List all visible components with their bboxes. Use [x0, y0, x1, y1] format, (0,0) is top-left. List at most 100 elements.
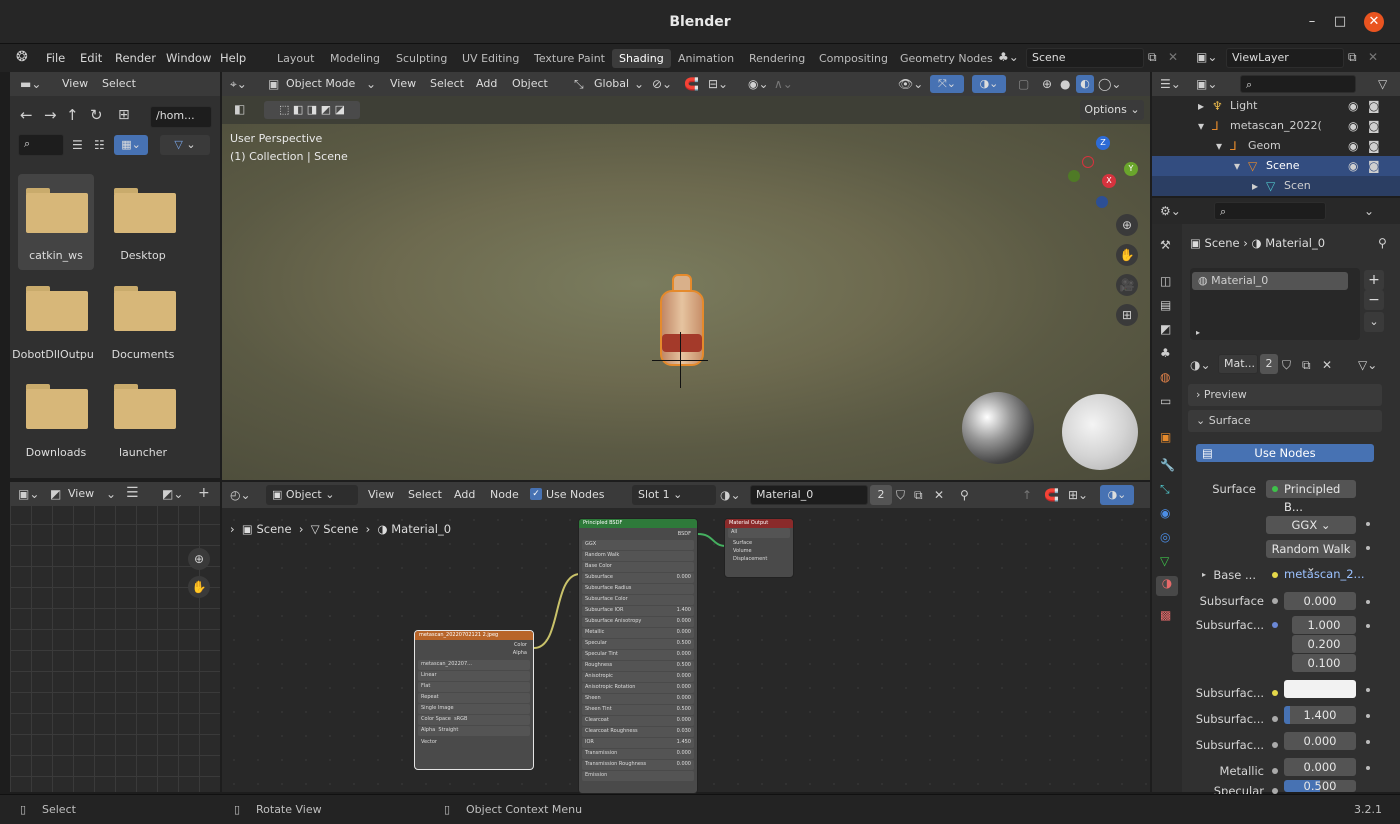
back-icon[interactable]: ←: [20, 108, 33, 123]
zoom-icon[interactable]: ⊕: [188, 548, 210, 570]
bsdf-input-row[interactable]: Clearcoat 0.000: [582, 716, 694, 726]
material-tab-icon[interactable]: ◑: [1156, 576, 1178, 596]
refresh-icon[interactable]: ↻: [90, 108, 103, 123]
3d-viewport[interactable]: User Perspective (1) Collection | Scene …: [222, 124, 1150, 480]
pivot-icon[interactable]: ⊘⌄: [652, 77, 672, 91]
bsdf-input-row[interactable]: Base Color: [582, 562, 694, 572]
constraints-tab-icon[interactable]: ◎: [1160, 530, 1170, 544]
folder-label-documents[interactable]: Documents: [98, 348, 188, 361]
dropdown-icon[interactable]: ⌄: [1364, 204, 1374, 218]
bsdf-output-socket[interactable]: BSDF: [579, 528, 697, 540]
folder-label-launcher[interactable]: launcher: [98, 446, 188, 459]
pan-hand-icon[interactable]: ✋: [188, 576, 210, 598]
bsdf-input-row[interactable]: Transmission 0.000: [582, 749, 694, 759]
folder-icon[interactable]: [26, 188, 88, 234]
collection-tab-icon[interactable]: ▭: [1160, 394, 1171, 408]
image-texture-node[interactable]: metascan_20220702121 2.jpeg Color Alpha …: [414, 630, 534, 770]
preview-panel-header[interactable]: › Preview: [1188, 384, 1382, 406]
properties-search-input[interactable]: ⌕: [1214, 202, 1326, 220]
render-camera-icon[interactable]: ◙: [1368, 99, 1380, 113]
outliner-row[interactable]: ▸ ▽ Scen: [1152, 176, 1400, 196]
collapse-icon[interactable]: ▾: [1216, 139, 1222, 153]
filter-button[interactable]: ▽ ⌄: [160, 135, 210, 155]
node-menu-node[interactable]: Node: [490, 488, 519, 501]
fake-user-shield-icon[interactable]: ⛉: [1282, 358, 1291, 372]
view-layer-tab-icon[interactable]: ◩: [1160, 322, 1171, 336]
tab-texture-paint[interactable]: Texture Paint: [527, 49, 612, 68]
projection-dropdown[interactable]: Flat: [418, 682, 530, 692]
bsdf-input-row[interactable]: Sheen Tint 0.500: [582, 705, 694, 715]
delete-viewlayer-icon[interactable]: ✕: [1368, 50, 1378, 64]
bsdf-input-row[interactable]: Roughness 0.500: [582, 661, 694, 671]
bsdf-input-row[interactable]: IOR 1.450: [582, 738, 694, 748]
unlink-material-icon[interactable]: ✕: [1322, 358, 1332, 372]
viewport-menu-object[interactable]: Object: [512, 77, 548, 90]
snap-increment-icon[interactable]: ⊟⌄: [708, 77, 728, 91]
shader-type-dropdown[interactable]: ▣ Object ⌄: [266, 485, 358, 505]
folder-label-downloads[interactable]: Downloads: [11, 446, 101, 459]
folder-label-catkin-ws[interactable]: catkin_ws: [11, 249, 101, 262]
tab-animation[interactable]: Animation: [671, 49, 741, 68]
vector-input-socket[interactable]: Vector: [415, 737, 533, 747]
parent-directory-icon[interactable]: ↑: [66, 108, 79, 123]
material-output-node[interactable]: Material Output All Surface Volume Displ…: [724, 518, 794, 578]
scene-field[interactable]: Scene: [1026, 48, 1144, 68]
folder-label-desktop[interactable]: Desktop: [98, 249, 188, 262]
node-overlay-button[interactable]: ◑⌄: [1100, 485, 1134, 505]
node-menu-add[interactable]: Add: [454, 488, 475, 501]
material-slot-item[interactable]: ◍ Material_0: [1192, 272, 1348, 290]
output-tab-icon[interactable]: ▤: [1160, 298, 1171, 312]
outliner-row[interactable]: ▾ ⅃ Geom ◉ ◙: [1152, 136, 1400, 156]
folder-label-dobotdlloutpu[interactable]: DobotDllOutpu: [8, 348, 98, 361]
bsdf-input-row[interactable]: Transmission Roughness 0.000: [582, 760, 694, 770]
bsdf-input-row[interactable]: Subsurface Radius: [582, 584, 694, 594]
axis-neg-y-icon[interactable]: [1068, 170, 1080, 182]
editor-type-icon[interactable]: ⌖⌄: [230, 77, 247, 91]
outliner-row-selected[interactable]: ▾ ▽ Scene ◉ ◙: [1152, 156, 1400, 176]
modifier-tab-icon[interactable]: 🔧: [1160, 458, 1175, 472]
node-header[interactable]: Principled BSDF: [579, 519, 697, 528]
axis-x-icon[interactable]: X: [1102, 174, 1116, 188]
subsurface-ior-field[interactable]: 1.400: [1284, 706, 1356, 724]
editor-type-icon[interactable]: ☰⌄: [1160, 77, 1181, 91]
filter-icon[interactable]: ▽: [1378, 77, 1387, 91]
bsdf-input-row[interactable]: Specular Tint 0.000: [582, 650, 694, 660]
tab-layout[interactable]: Layout: [270, 49, 321, 68]
fake-user-shield-icon[interactable]: ⛉: [896, 488, 905, 502]
tab-shading[interactable]: Shading: [612, 49, 671, 68]
visibility-eye-icon[interactable]: ◉: [1348, 99, 1358, 113]
extension-dropdown[interactable]: Repeat: [418, 693, 530, 703]
material-name-field[interactable]: Material_0: [750, 485, 868, 505]
expand-icon[interactable]: ▸: [1196, 326, 1200, 340]
path-field[interactable]: /hom...: [150, 106, 212, 128]
physics-tab-icon[interactable]: ◉: [1160, 506, 1170, 520]
bsdf-input-row[interactable]: Subsurface Color: [582, 595, 694, 605]
color-output-socket[interactable]: Color: [415, 640, 533, 650]
downloads-folder-icon[interactable]: [26, 384, 88, 430]
list-view-icon[interactable]: ☰: [72, 138, 83, 152]
scene-selector-icon[interactable]: ♣⌄: [998, 50, 1019, 64]
xray-icon[interactable]: ▢: [1018, 77, 1029, 91]
node-header[interactable]: Material Output: [725, 519, 793, 528]
subsurface-radius-z-field[interactable]: 0.100: [1292, 654, 1356, 672]
tab-uv-editing[interactable]: UV Editing: [455, 49, 526, 68]
subsurface-color-swatch[interactable]: [1284, 680, 1356, 698]
wireframe-shading-icon[interactable]: ⊕: [1042, 77, 1052, 91]
tool-tab-icon[interactable]: ⚒: [1160, 238, 1171, 252]
parent-node-tree-icon[interactable]: ↑: [1022, 488, 1032, 502]
keyframe-dot-icon[interactable]: [1366, 546, 1370, 550]
image-browse-icon[interactable]: ◩⌄: [162, 487, 183, 501]
tab-compositing[interactable]: Compositing: [812, 49, 895, 68]
viewport-options-button[interactable]: Options ⌄: [1080, 100, 1144, 120]
keyframe-dot-icon[interactable]: [1366, 522, 1370, 526]
bsdf-input-row[interactable]: GGX: [582, 540, 694, 550]
material-preview-button[interactable]: ◐: [1076, 75, 1094, 93]
material-users-count[interactable]: 2: [870, 485, 892, 505]
bsdf-input-row[interactable]: Sheen 0.000: [582, 694, 694, 704]
subsurface-radius-y-field[interactable]: 0.200: [1292, 635, 1356, 653]
axis-z-icon[interactable]: Z: [1096, 136, 1110, 150]
base-color-link[interactable]: metascan_2...: [1284, 567, 1365, 581]
subsurface-radius-x-field[interactable]: 1.000: [1292, 616, 1356, 634]
slot-dropdown[interactable]: Slot 1 ⌄: [632, 485, 716, 505]
view-object-types-icon[interactable]: 👁⌄: [898, 77, 923, 91]
